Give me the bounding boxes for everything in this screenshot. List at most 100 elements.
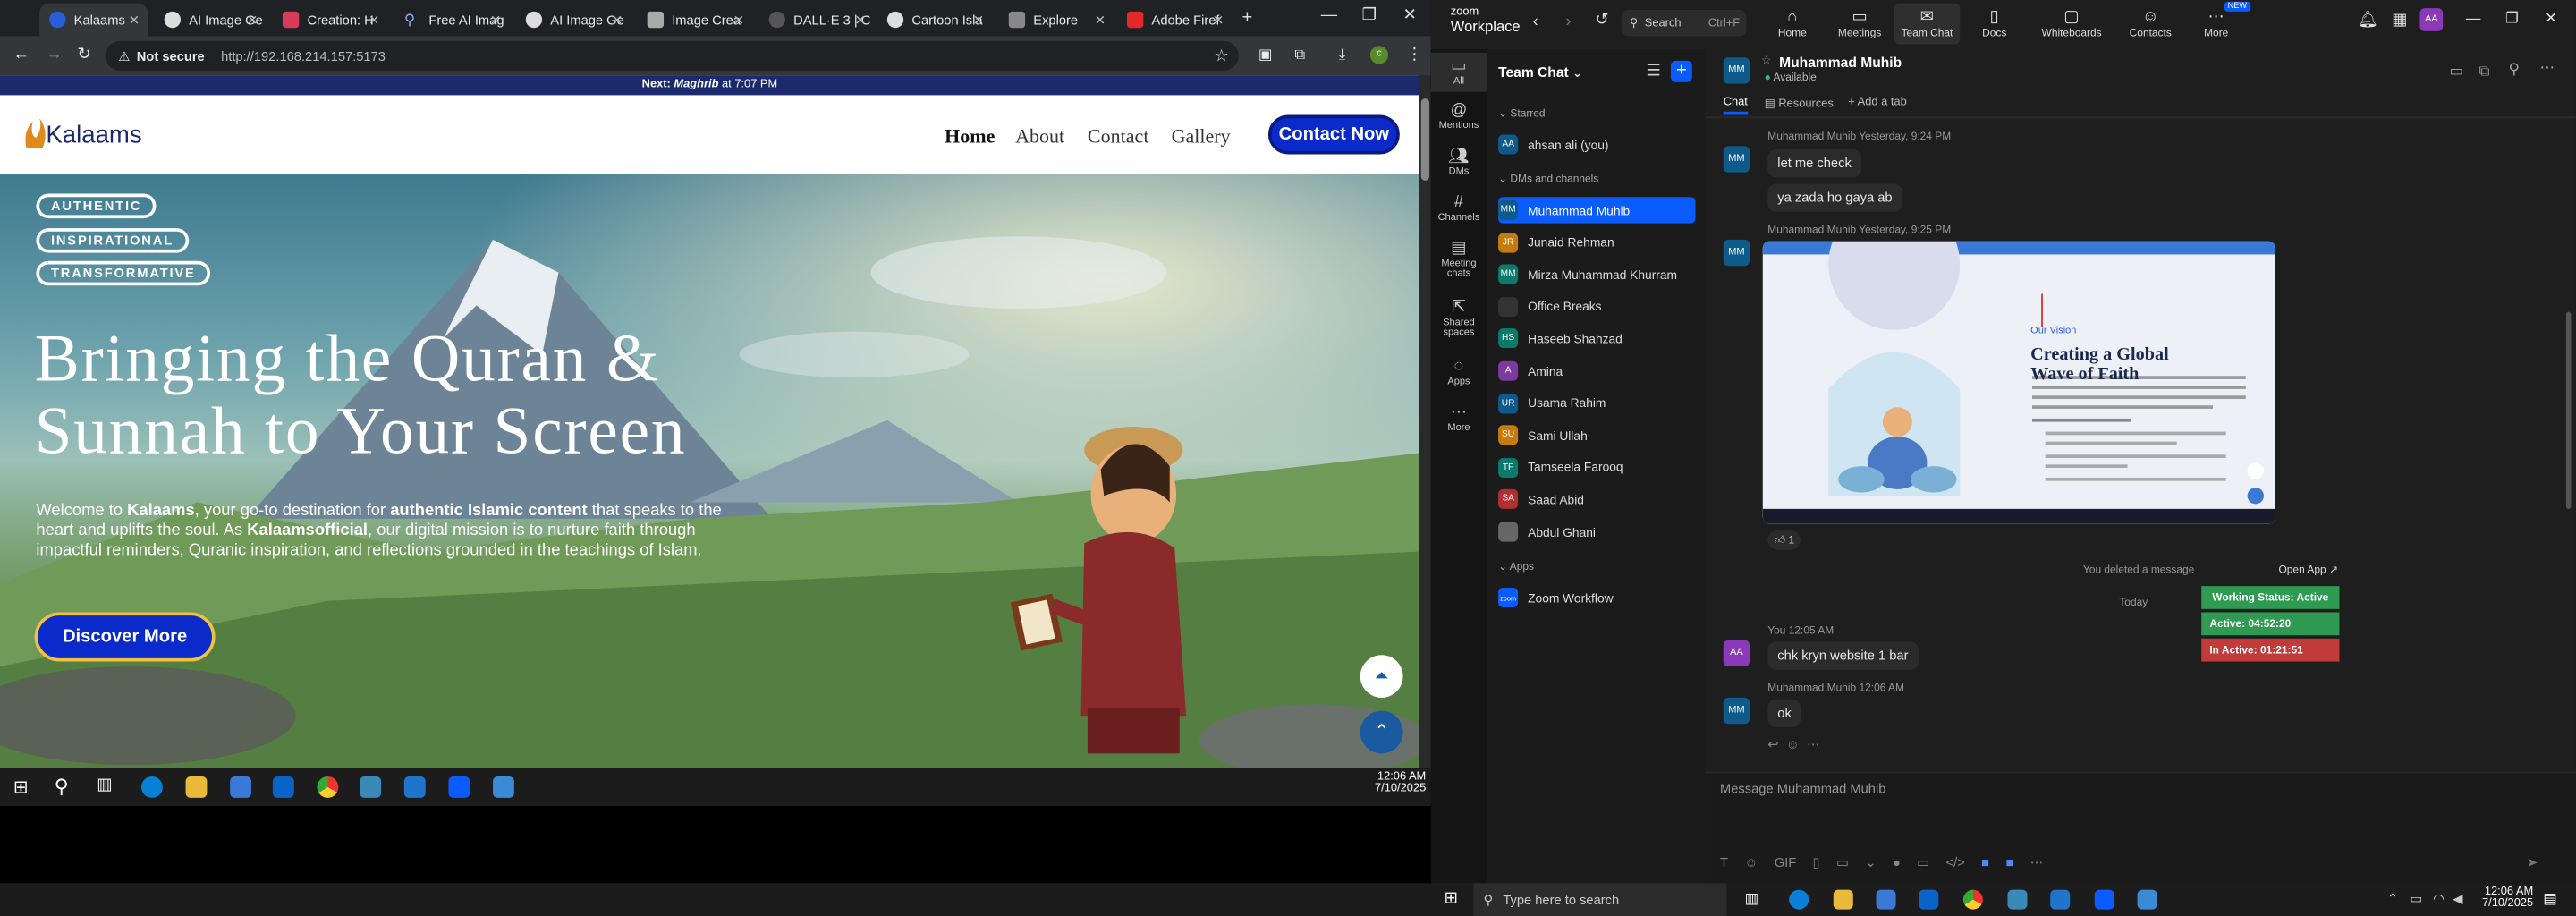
chat-item[interactable]: A Amina bbox=[1498, 358, 1695, 384]
app-icon[interactable] bbox=[360, 776, 382, 798]
chat-item-self[interactable]: AA ahsan ali (you) bbox=[1498, 131, 1695, 157]
nav-team-chat[interactable]: ✉ Team Chat bbox=[1894, 3, 1961, 45]
bookmark-star-icon[interactable]: ☆ bbox=[1214, 47, 1228, 64]
close-tab-icon[interactable]: ✕ bbox=[369, 13, 379, 28]
chat-item[interactable]: MM Muhammad Muhib bbox=[1498, 197, 1696, 224]
format-icon[interactable]: T bbox=[1720, 855, 1728, 870]
message-bubble[interactable]: ok bbox=[1767, 699, 1801, 727]
rail-channels[interactable]: # Channels bbox=[1431, 194, 1487, 224]
outlook-icon[interactable] bbox=[1919, 889, 1939, 910]
user-avatar[interactable]: AA bbox=[2419, 8, 2444, 31]
zoom-search-input[interactable]: ⚲ Search Ctrl+F bbox=[1621, 10, 1747, 37]
notifications-icon[interactable]: ▤ bbox=[2543, 890, 2557, 908]
url-field[interactable]: ⚠ Not secure http://192.168.214.157:5173… bbox=[105, 40, 1239, 71]
nav-docs[interactable]: ▯ Docs bbox=[1962, 8, 2027, 39]
forward-icon[interactable]: › bbox=[1565, 13, 1571, 31]
forward-icon[interactable]: → bbox=[46, 46, 62, 64]
windows-start-icon[interactable]: ⊞ bbox=[13, 776, 29, 798]
rail-all[interactable]: ▭ All bbox=[1430, 52, 1487, 92]
screenshot-icon[interactable]: ▭ bbox=[1836, 855, 1849, 870]
windows-start-icon[interactable]: ⊞ bbox=[1444, 890, 1457, 908]
task-view-icon[interactable]: ▥ bbox=[97, 776, 112, 794]
rail-mentions[interactable]: @ Mentions bbox=[1431, 102, 1487, 131]
download-icon[interactable]: ⤓ bbox=[1339, 46, 1345, 64]
store-icon[interactable] bbox=[1876, 889, 1896, 910]
chevron-down-icon[interactable]: ⌄ bbox=[1572, 69, 1582, 81]
vscode-icon[interactable] bbox=[403, 776, 426, 798]
apps-grid-icon[interactable]: ▦ bbox=[2392, 12, 2407, 30]
chevron-down-icon[interactable]: ⌄ bbox=[1865, 855, 1876, 870]
more-dots-icon[interactable]: ⋯ bbox=[2030, 855, 2044, 870]
tab-resources[interactable]: ▤ Resources bbox=[1765, 97, 1834, 110]
tray-chevron-icon[interactable]: ⌃ bbox=[2387, 891, 2398, 906]
close-tab-icon[interactable]: ✕ bbox=[129, 13, 140, 28]
chat-item[interactable]: UR Usama Rahim bbox=[1498, 390, 1695, 416]
close-tab-icon[interactable]: ✕ bbox=[612, 13, 623, 28]
tab-image-crea[interactable]: Image Crea ✕ bbox=[638, 4, 753, 37]
app-icon[interactable] bbox=[2007, 889, 2028, 910]
video-icon[interactable]: ▭ bbox=[2450, 63, 2464, 81]
store-icon[interactable] bbox=[230, 776, 252, 798]
chat-item[interactable]: HS Haseeb Shahzad bbox=[1498, 326, 1695, 352]
scroll-top-icon[interactable]: ⌃ bbox=[1360, 710, 1403, 754]
video-clip-icon[interactable]: ▭ bbox=[1917, 855, 1929, 870]
open-app-link[interactable]: Open App ↗ bbox=[2279, 563, 2338, 576]
volume-icon[interactable]: ◀ bbox=[2453, 891, 2462, 906]
share-screen-icon[interactable]: ⧉ bbox=[2479, 63, 2490, 81]
maximize-icon[interactable]: ❐ bbox=[1362, 6, 1377, 24]
chat-item[interactable]: SA Saad Abid bbox=[1498, 487, 1695, 513]
rail-dms[interactable]: 👥︎ DMs bbox=[1431, 148, 1487, 177]
tab-dalle[interactable]: DALL·E 3 | C ✕ bbox=[759, 4, 875, 37]
nav-gallery[interactable]: Gallery bbox=[1172, 124, 1231, 149]
message-input[interactable]: Message Muhammad Muhib bbox=[1720, 782, 1885, 797]
tab-cartoon[interactable]: Cartoon Isla ✕ bbox=[877, 4, 993, 37]
history-icon[interactable]: ↺ bbox=[1595, 12, 1608, 30]
vscode-icon[interactable] bbox=[2050, 889, 2071, 910]
close-tab-icon[interactable]: ✕ bbox=[733, 13, 744, 28]
site-logo[interactable]: Kalaams bbox=[20, 114, 142, 154]
zoom-icon[interactable] bbox=[448, 776, 470, 798]
chat-item[interactable]: Office Breaks bbox=[1498, 293, 1695, 319]
search-icon[interactable]: ⚲ bbox=[55, 775, 69, 798]
nav-whiteboards[interactable]: ▢ Whiteboards bbox=[2038, 8, 2104, 39]
nav-home[interactable]: Home bbox=[945, 124, 995, 149]
screenshot-icon[interactable]: ▣ bbox=[1258, 46, 1273, 64]
close-window-icon[interactable]: ✕ bbox=[1403, 6, 1417, 24]
reply-icon[interactable]: ↩ bbox=[1767, 737, 1778, 752]
new-chat-icon[interactable]: + bbox=[1670, 60, 1692, 82]
minimize-icon[interactable]: — bbox=[2466, 10, 2481, 26]
filter-icon[interactable]: ☰ bbox=[1646, 63, 1660, 81]
emoji-icon[interactable]: ☺ bbox=[1744, 855, 1758, 870]
browser-scrollbar[interactable] bbox=[1419, 75, 1431, 768]
starred-section[interactable]: ⌄ Starred bbox=[1498, 106, 1546, 120]
tab-ai-image-1[interactable]: AI Image Ge ✕ bbox=[155, 4, 267, 37]
dms-section[interactable]: ⌄ DMs and channels bbox=[1498, 173, 1598, 186]
nav-contact[interactable]: Contact bbox=[1088, 124, 1149, 149]
code-icon[interactable]: </> bbox=[1946, 855, 1965, 870]
nav-contacts[interactable]: ☺ Contacts bbox=[2118, 8, 2183, 39]
tab-ai-image-2[interactable]: AI Image Ge ✕ bbox=[516, 4, 631, 37]
tab-kalaams[interactable]: Kalaams ✕ bbox=[39, 3, 148, 37]
network-icon[interactable]: ▭ bbox=[2410, 891, 2422, 906]
tab-add[interactable]: + Add a tab bbox=[1848, 97, 1906, 108]
tab-free-ai[interactable]: ⚲ Free AI Imag ✕ bbox=[394, 4, 510, 37]
tab-chat[interactable]: Chat bbox=[1723, 97, 1748, 115]
app-icon[interactable]: ■ bbox=[1981, 855, 1989, 870]
message-bubble[interactable]: let me check bbox=[1767, 148, 1861, 178]
apps-section[interactable]: ⌄ Apps bbox=[1498, 560, 1534, 573]
nav-more[interactable]: ⋯ More bbox=[2183, 8, 2249, 39]
rail-more[interactable]: ⋯ More bbox=[1431, 403, 1487, 433]
rail-shared-spaces[interactable]: ⇱ Shared spaces bbox=[1431, 299, 1487, 338]
chrome-icon[interactable] bbox=[1962, 889, 1983, 910]
chat-header-name[interactable]: Muhammad Muhib bbox=[1779, 55, 1902, 71]
close-window-icon[interactable]: ✕ bbox=[2545, 10, 2557, 28]
paint-icon[interactable] bbox=[493, 776, 514, 798]
message-bubble[interactable]: chk kryn website 1 bar bbox=[1767, 641, 1919, 670]
search-chat-icon[interactable]: ⚲ bbox=[2509, 61, 2520, 79]
rail-apps[interactable]: ◌ Apps bbox=[1431, 358, 1487, 387]
chat-item[interactable]: Abdul Ghani bbox=[1498, 519, 1695, 545]
file-explorer-icon[interactable] bbox=[1833, 889, 1853, 910]
scroll-thumb[interactable] bbox=[1420, 98, 1429, 181]
maximize-icon[interactable]: ❐ bbox=[2505, 10, 2519, 28]
system-clock[interactable]: 12:06 AM 7/10/2025 bbox=[2468, 886, 2533, 910]
